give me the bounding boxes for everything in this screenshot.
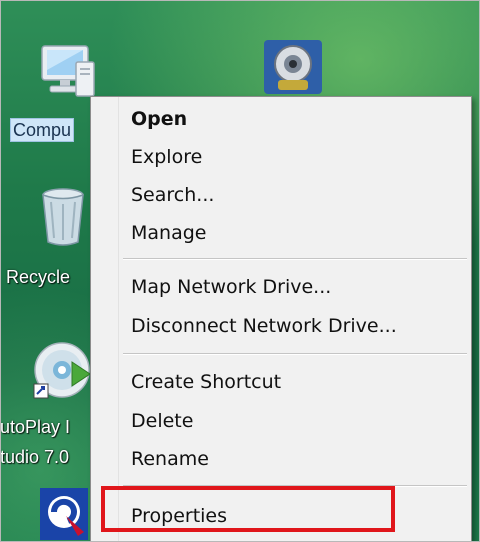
menu-item-search[interactable]: Search... (131, 183, 214, 207)
computer-icon[interactable] (36, 42, 98, 100)
menu-separator (123, 353, 467, 355)
menu-item-create-shortcut[interactable]: Create Shortcut (131, 370, 281, 394)
context-menu: Open Explore Search... Manage Map Networ… (90, 96, 472, 542)
recycle-bin-icon-label[interactable]: Recycle (6, 266, 70, 288)
menu-item-map-network-drive[interactable]: Map Network Drive... (131, 275, 331, 299)
menu-item-manage[interactable]: Manage (131, 221, 206, 245)
application-shortcut-icon[interactable] (38, 486, 90, 542)
autoplay-icon-label-line2[interactable]: tudio 7.0 (0, 446, 69, 468)
menu-icon-gutter (91, 97, 119, 541)
recycle-bin-icon[interactable] (38, 186, 88, 248)
menu-separator (123, 258, 467, 260)
application-icon[interactable] (262, 38, 324, 96)
computer-icon-label[interactable]: Compu (10, 118, 75, 142)
menu-item-disconnect-network-drive[interactable]: Disconnect Network Drive... (131, 314, 397, 338)
menu-item-rename[interactable]: Rename (131, 447, 209, 471)
autoplay-icon-label-line1[interactable]: utoPlay I (0, 416, 70, 438)
menu-item-explore[interactable]: Explore (131, 145, 202, 169)
menu-separator (123, 485, 467, 487)
autoplay-disc-icon[interactable] (32, 340, 94, 402)
menu-item-open[interactable]: Open (131, 107, 187, 131)
menu-item-properties[interactable]: Properties (131, 504, 227, 528)
menu-item-delete[interactable]: Delete (131, 409, 193, 433)
